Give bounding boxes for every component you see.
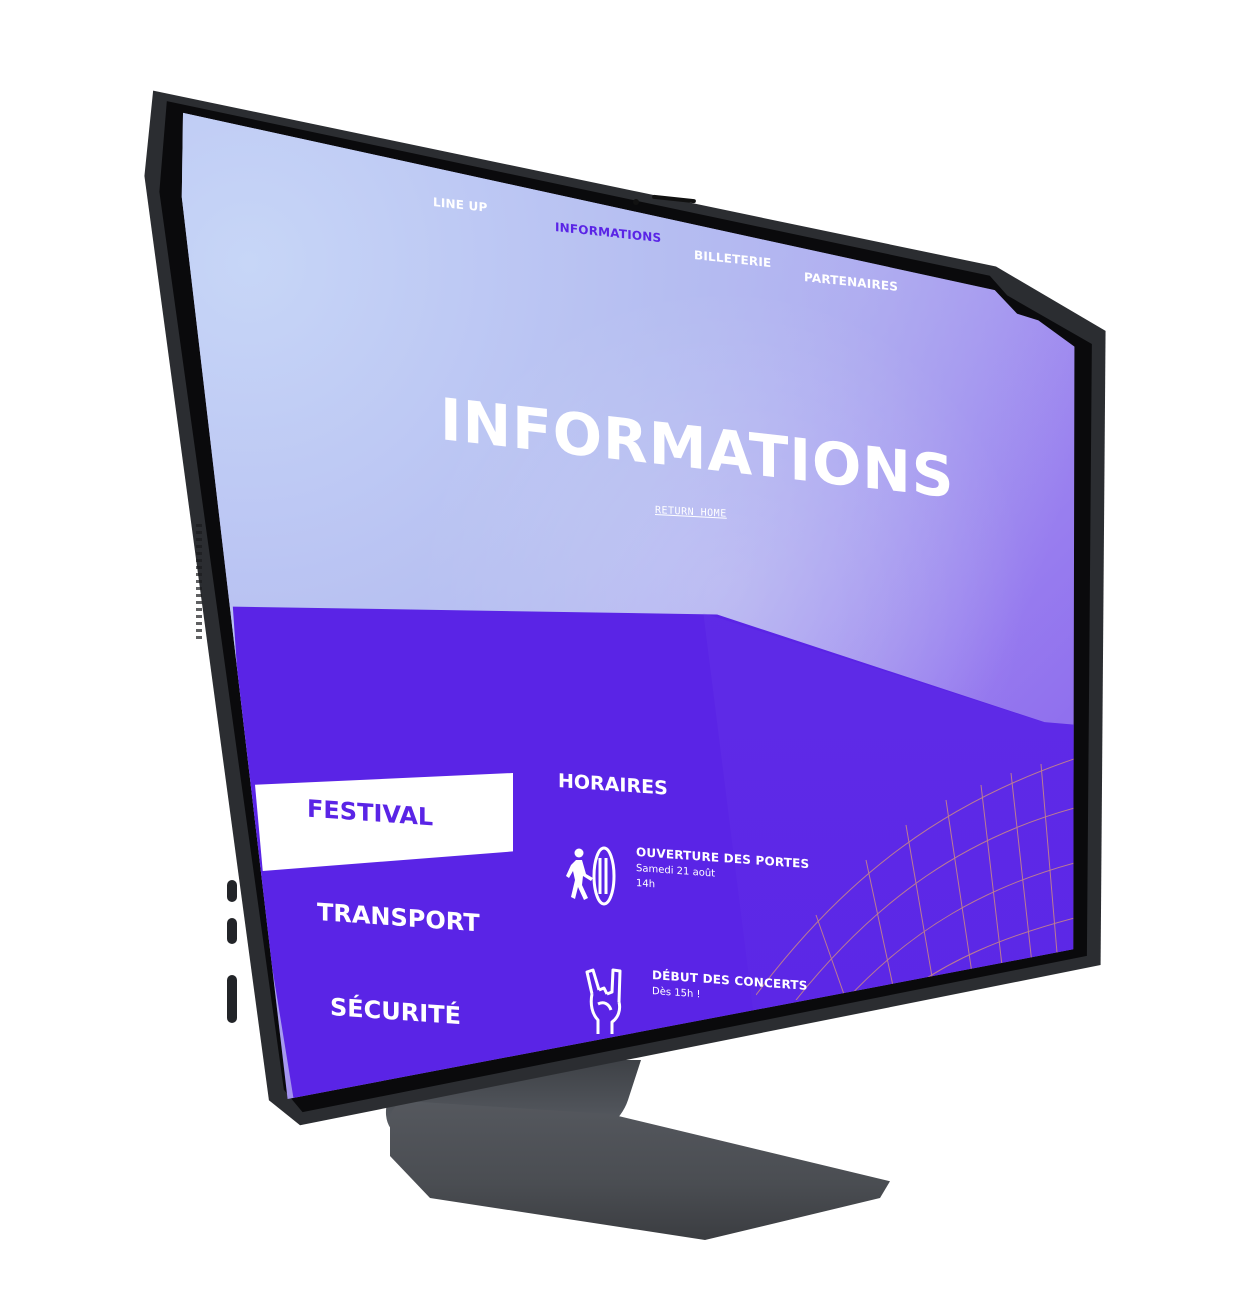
speaker-grille: [196, 524, 202, 642]
camera-icon: [633, 199, 639, 205]
side-button: [227, 975, 237, 1023]
door-entry-icon: [566, 846, 616, 906]
rock-hand-icon: [585, 968, 622, 1034]
side-button: [227, 918, 237, 944]
monitor-stand-base: [390, 1100, 890, 1240]
side-button: [227, 880, 237, 902]
tab-festival-label: FESTIVAL: [307, 794, 434, 832]
